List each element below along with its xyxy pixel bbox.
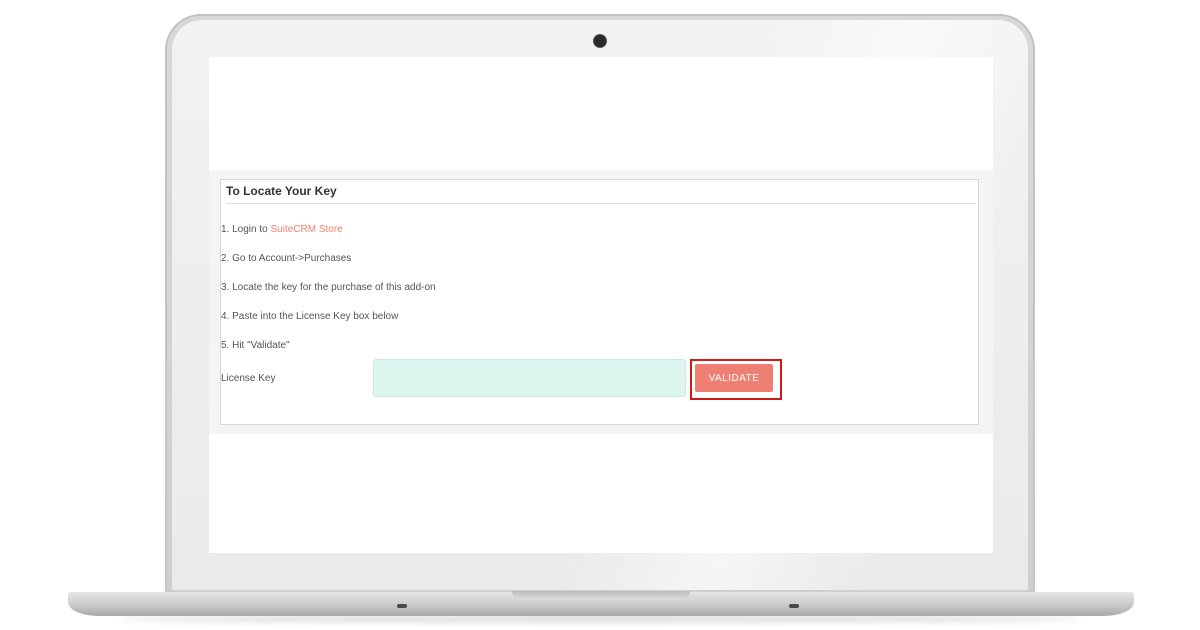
laptop-foot-left: [397, 604, 407, 608]
step-4: 4. Paste into the License Key box below: [221, 311, 399, 322]
step-5: 5. Hit "Validate": [221, 340, 290, 351]
validate-button[interactable]: VALIDATE: [695, 364, 773, 392]
step-3: 3. Locate the key for the purchase of th…: [221, 282, 436, 293]
step-1-text: 1. Login to: [221, 224, 271, 235]
license-key-label: License Key: [221, 373, 276, 384]
laptop-screen: To Locate Your Key 1. Login to SuiteCRM …: [209, 57, 993, 553]
panel-divider: [226, 203, 976, 204]
laptop-foot-right: [789, 604, 799, 608]
step-1: 1. Login to SuiteCRM Store: [221, 224, 343, 235]
locate-key-panel: To Locate Your Key 1. Login to SuiteCRM …: [220, 179, 979, 425]
webcam-icon: [594, 35, 606, 47]
panel-title: To Locate Your Key: [226, 184, 337, 198]
license-key-input[interactable]: [373, 359, 686, 397]
step-2: 2. Go to Account->Purchases: [221, 253, 352, 264]
suitecrm-store-link[interactable]: SuiteCRM Store: [270, 224, 342, 235]
laptop-hinge-notch: [512, 591, 690, 600]
laptop-shadow: [120, 615, 1080, 623]
laptop-mockup: To Locate Your Key 1. Login to SuiteCRM …: [0, 0, 1200, 630]
